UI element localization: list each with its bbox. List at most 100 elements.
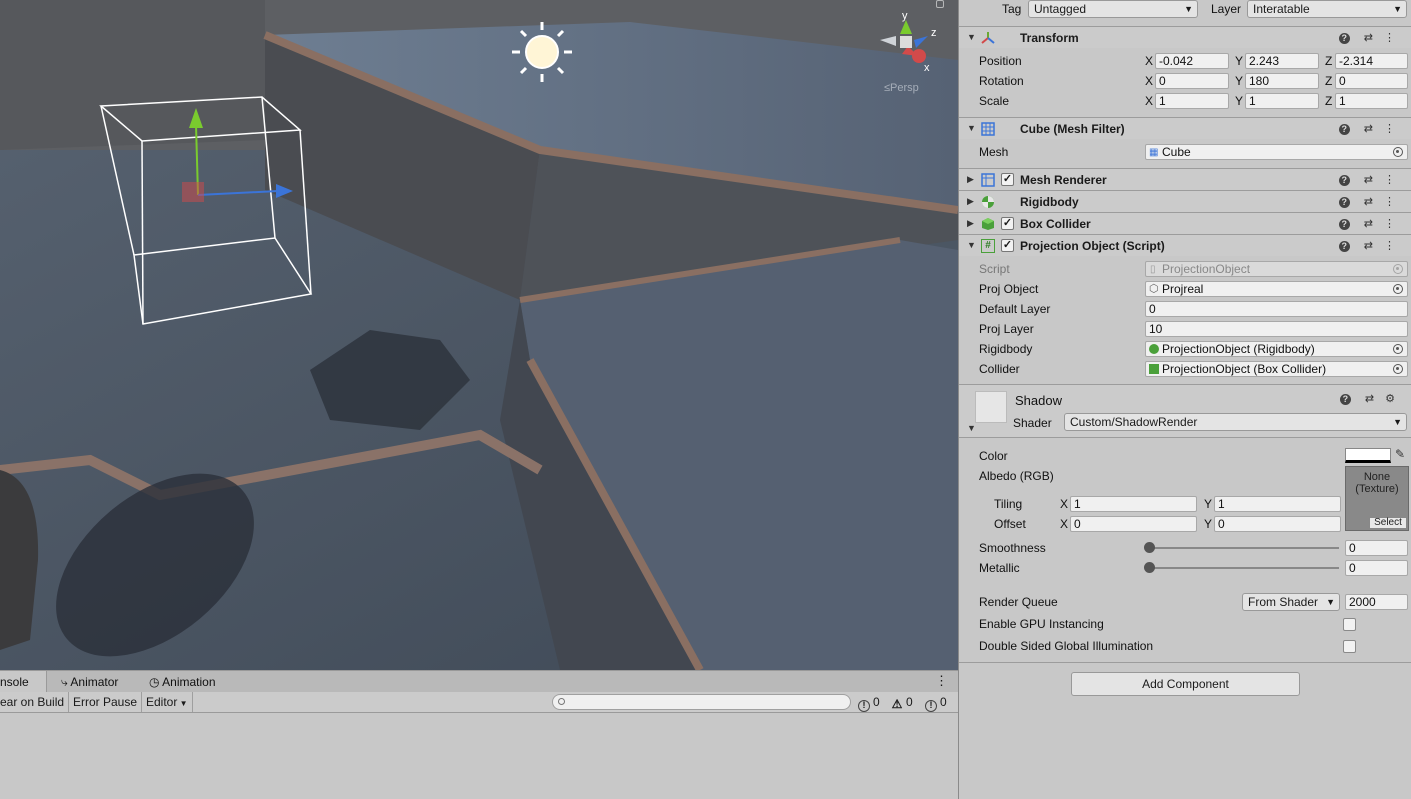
smoothness-field[interactable]: 0 <box>1345 540 1408 556</box>
mesh-renderer-header[interactable]: ▶ ✓ Mesh Renderer ? ⇄⋮ <box>959 168 1411 190</box>
tiling-x-field[interactable]: 1 <box>1070 496 1197 512</box>
object-picker-icon[interactable] <box>1393 344 1403 354</box>
console-search-input[interactable] <box>552 694 851 710</box>
tiling-x-label[interactable]: X <box>1060 497 1068 511</box>
position-y-label[interactable]: Y <box>1235 54 1243 68</box>
clear-on-build-button[interactable]: ear on Build <box>0 692 70 712</box>
render-queue-field[interactable]: 2000 <box>1345 594 1408 610</box>
shader-dropdown[interactable]: Custom/ShadowRender ▼ <box>1064 413 1407 431</box>
render-queue-mode-dropdown[interactable]: From Shader ▼ <box>1242 593 1340 611</box>
position-z-field[interactable]: -2.314 <box>1335 53 1408 69</box>
scale-y-field[interactable]: 1 <box>1245 93 1319 109</box>
presets-icon[interactable]: ⇄ <box>1365 393 1385 405</box>
presets-icon[interactable]: ⇄ <box>1364 240 1384 252</box>
scene-view[interactable]: y z x ≤Persp <box>0 0 958 670</box>
more-options-icon[interactable]: ⋮ <box>935 673 948 689</box>
proj-layer-field[interactable]: 10 <box>1145 321 1408 337</box>
default-layer-field[interactable]: 0 <box>1145 301 1408 317</box>
mesh-filter-header[interactable]: ▼ Cube (Mesh Filter) ? ⇄⋮ <box>959 117 1411 139</box>
add-component-button[interactable]: Add Component <box>1071 672 1300 696</box>
metallic-field[interactable]: 0 <box>1345 560 1408 576</box>
more-options-icon[interactable]: ⋮ <box>1384 174 1406 186</box>
proj-collider-field[interactable]: ProjectionObject (Box Collider) <box>1145 361 1408 377</box>
presets-icon[interactable]: ⇄ <box>1364 32 1384 44</box>
gpu-instancing-checkbox[interactable] <box>1343 618 1356 631</box>
rotation-x-field[interactable]: 0 <box>1155 73 1229 89</box>
log-count-toggle[interactable]: ! 0 <box>925 692 947 712</box>
more-options-icon[interactable]: ⋮ <box>1384 218 1406 230</box>
foldout-open-icon[interactable]: ▼ <box>967 32 976 42</box>
object-picker-icon[interactable] <box>1393 284 1403 294</box>
lock-icon[interactable] <box>936 0 944 8</box>
eyedropper-icon[interactable]: ✎ <box>1395 447 1405 461</box>
object-picker-icon[interactable] <box>1393 364 1403 374</box>
help-icon[interactable]: ? <box>1338 33 1350 44</box>
scale-y-label[interactable]: Y <box>1235 94 1243 108</box>
error-pause-button[interactable]: Error Pause <box>69 692 143 712</box>
gear-icon[interactable]: ⚙ <box>1385 393 1406 405</box>
object-picker-icon[interactable] <box>1393 147 1403 157</box>
tab-animator[interactable]: ⤷ Animator <box>55 671 124 692</box>
rotation-y-label[interactable]: Y <box>1235 74 1243 88</box>
scale-z-label[interactable]: Z <box>1325 94 1332 108</box>
presets-icon[interactable]: ⇄ <box>1364 218 1384 230</box>
presets-icon[interactable]: ⇄ <box>1364 174 1384 186</box>
mesh-renderer-enabled-checkbox[interactable]: ✓ <box>1001 173 1014 186</box>
error-count-toggle[interactable]: ! 0 <box>858 692 880 712</box>
tab-console[interactable]: nsole <box>0 671 47 692</box>
foldout-closed-icon[interactable]: ▶ <box>967 218 974 229</box>
box-collider-header[interactable]: ▶ ✓ Box Collider ? ⇄⋮ <box>959 212 1411 234</box>
help-icon[interactable]: ? <box>1339 394 1351 405</box>
tiling-y-label[interactable]: Y <box>1204 497 1212 511</box>
offset-y-field[interactable]: 0 <box>1214 516 1341 532</box>
position-x-field[interactable]: -0.042 <box>1155 53 1229 69</box>
rotation-z-field[interactable]: 0 <box>1335 73 1408 89</box>
proj-rigidbody-field[interactable]: ProjectionObject (Rigidbody) <box>1145 341 1408 357</box>
help-icon[interactable]: ? <box>1338 197 1350 208</box>
foldout-open-icon[interactable]: ▼ <box>967 240 976 250</box>
rotation-y-field[interactable]: 180 <box>1245 73 1319 89</box>
presets-icon[interactable]: ⇄ <box>1364 123 1384 135</box>
foldout-closed-icon[interactable]: ▶ <box>967 196 974 207</box>
editor-dropdown[interactable]: Editor ▼ <box>142 692 193 712</box>
smoothness-slider-handle[interactable] <box>1144 542 1155 553</box>
rotation-z-label[interactable]: Z <box>1325 74 1332 88</box>
tab-animation[interactable]: ◷ Animation <box>143 671 222 692</box>
help-icon[interactable]: ? <box>1338 219 1350 230</box>
warning-count-toggle[interactable]: ⚠ 0 <box>891 692 913 712</box>
metallic-slider-handle[interactable] <box>1144 562 1155 573</box>
more-options-icon[interactable]: ⋮ <box>1384 240 1406 252</box>
presets-icon[interactable]: ⇄ <box>1364 196 1384 208</box>
offset-x-label[interactable]: X <box>1060 517 1068 531</box>
tiling-y-field[interactable]: 1 <box>1214 496 1341 512</box>
texture-select-button[interactable]: Select <box>1369 517 1407 529</box>
mesh-object-field[interactable]: ▦ Cube <box>1145 144 1408 160</box>
foldout-closed-icon[interactable]: ▶ <box>967 174 974 185</box>
metallic-slider-track[interactable] <box>1149 567 1339 569</box>
help-icon[interactable]: ? <box>1338 124 1350 135</box>
offset-y-label[interactable]: Y <box>1204 517 1212 531</box>
more-options-icon[interactable]: ⋮ <box>1384 32 1406 44</box>
tag-dropdown[interactable]: Untagged ▼ <box>1028 0 1198 18</box>
scale-x-label[interactable]: X <box>1145 94 1153 108</box>
layer-dropdown[interactable]: Interatable ▼ <box>1247 0 1407 18</box>
perspective-label[interactable]: ≤Persp <box>884 82 919 94</box>
position-x-label[interactable]: X <box>1145 54 1153 68</box>
scale-z-field[interactable]: 1 <box>1335 93 1408 109</box>
albedo-texture-slot[interactable]: None (Texture) Select <box>1345 466 1409 531</box>
projection-object-header[interactable]: ▼ # ✓ Projection Object (Script) ? ⇄⋮ <box>959 234 1411 256</box>
projection-enabled-checkbox[interactable]: ✓ <box>1001 239 1014 252</box>
foldout-open-icon[interactable]: ▼ <box>967 423 976 433</box>
position-y-field[interactable]: 2.243 <box>1245 53 1319 69</box>
rigidbody-header[interactable]: ▶ Rigidbody ? ⇄⋮ <box>959 190 1411 212</box>
smoothness-slider-track[interactable] <box>1149 547 1339 549</box>
offset-x-field[interactable]: 0 <box>1070 516 1197 532</box>
double-sided-gi-checkbox[interactable] <box>1343 640 1356 653</box>
foldout-open-icon[interactable]: ▼ <box>967 123 976 133</box>
material-header[interactable]: ▼ Shadow Shader Custom/ShadowRender ▼ ? ⇄… <box>959 384 1411 438</box>
more-options-icon[interactable]: ⋮ <box>1384 123 1406 135</box>
color-swatch[interactable] <box>1345 448 1391 463</box>
rotation-x-label[interactable]: X <box>1145 74 1153 88</box>
transform-header[interactable]: ▼ Transform ? ⇄⋮ <box>959 26 1411 48</box>
help-icon[interactable]: ? <box>1338 175 1350 186</box>
